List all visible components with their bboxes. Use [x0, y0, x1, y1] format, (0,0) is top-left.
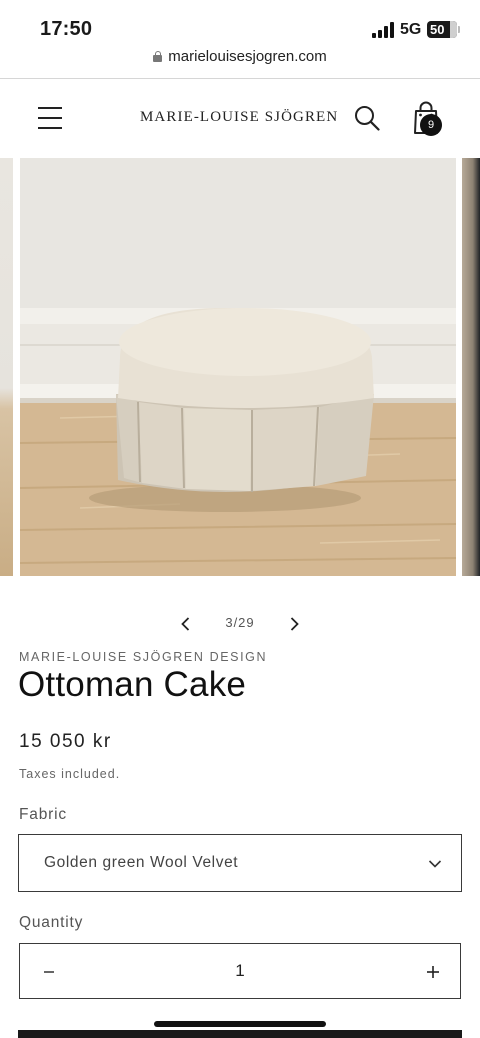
- increase-quantity-button[interactable]: [418, 957, 448, 987]
- home-indicator[interactable]: [154, 1021, 326, 1027]
- quantity-input[interactable]: 1: [200, 961, 280, 981]
- battery-tip: [458, 26, 460, 33]
- gallery-counter: 3/29: [225, 615, 255, 630]
- fabric-label: Fabric: [19, 806, 67, 823]
- battery-icon: 50: [427, 21, 457, 38]
- product-gallery[interactable]: [0, 158, 480, 576]
- quantity-label: Quantity: [19, 914, 84, 931]
- chevron-down-icon: [428, 860, 442, 868]
- ottoman-photo: [20, 158, 456, 576]
- chevron-left-icon[interactable]: [176, 614, 196, 634]
- product-vendor: MARIE-LOUISE SJÖGREN DESIGN: [19, 650, 268, 664]
- chevron-right-icon[interactable]: [284, 614, 304, 634]
- fabric-select[interactable]: Golden green Wool Velvet: [18, 834, 462, 892]
- product-title: Ottoman Cake: [18, 665, 247, 704]
- lock-icon: [153, 51, 163, 62]
- url-bar[interactable]: marielouisesjogren.com: [0, 48, 480, 74]
- signal-icon: [372, 22, 394, 38]
- next-slide-peek[interactable]: [462, 158, 480, 576]
- cart-count-badge[interactable]: 9: [420, 114, 442, 136]
- status-bar: 17:50 5G 50: [0, 0, 480, 46]
- status-time: 17:50: [40, 18, 93, 40]
- gallery-pager: 3/29: [0, 608, 480, 638]
- product-price: 15 050 kr: [19, 731, 112, 752]
- url-text: marielouisesjogren.com: [168, 48, 327, 65]
- brand-logo[interactable]: MARIE-LOUISE SJÖGREN: [140, 109, 338, 126]
- menu-icon[interactable]: [38, 107, 62, 129]
- previous-slide-peek[interactable]: [0, 158, 13, 576]
- network-type: 5G: [400, 21, 422, 38]
- decrease-quantity-button[interactable]: [34, 957, 64, 987]
- site-header: MARIE-LOUISE SJÖGREN: [0, 79, 480, 158]
- add-to-cart-button[interactable]: [18, 1030, 462, 1038]
- tax-note: Taxes included.: [19, 767, 121, 781]
- product-image[interactable]: [20, 158, 456, 576]
- battery-level: 50: [430, 22, 445, 37]
- quantity-stepper: 1: [19, 943, 461, 999]
- fabric-selected-value: Golden green Wool Velvet: [44, 854, 239, 871]
- search-icon[interactable]: [354, 105, 380, 131]
